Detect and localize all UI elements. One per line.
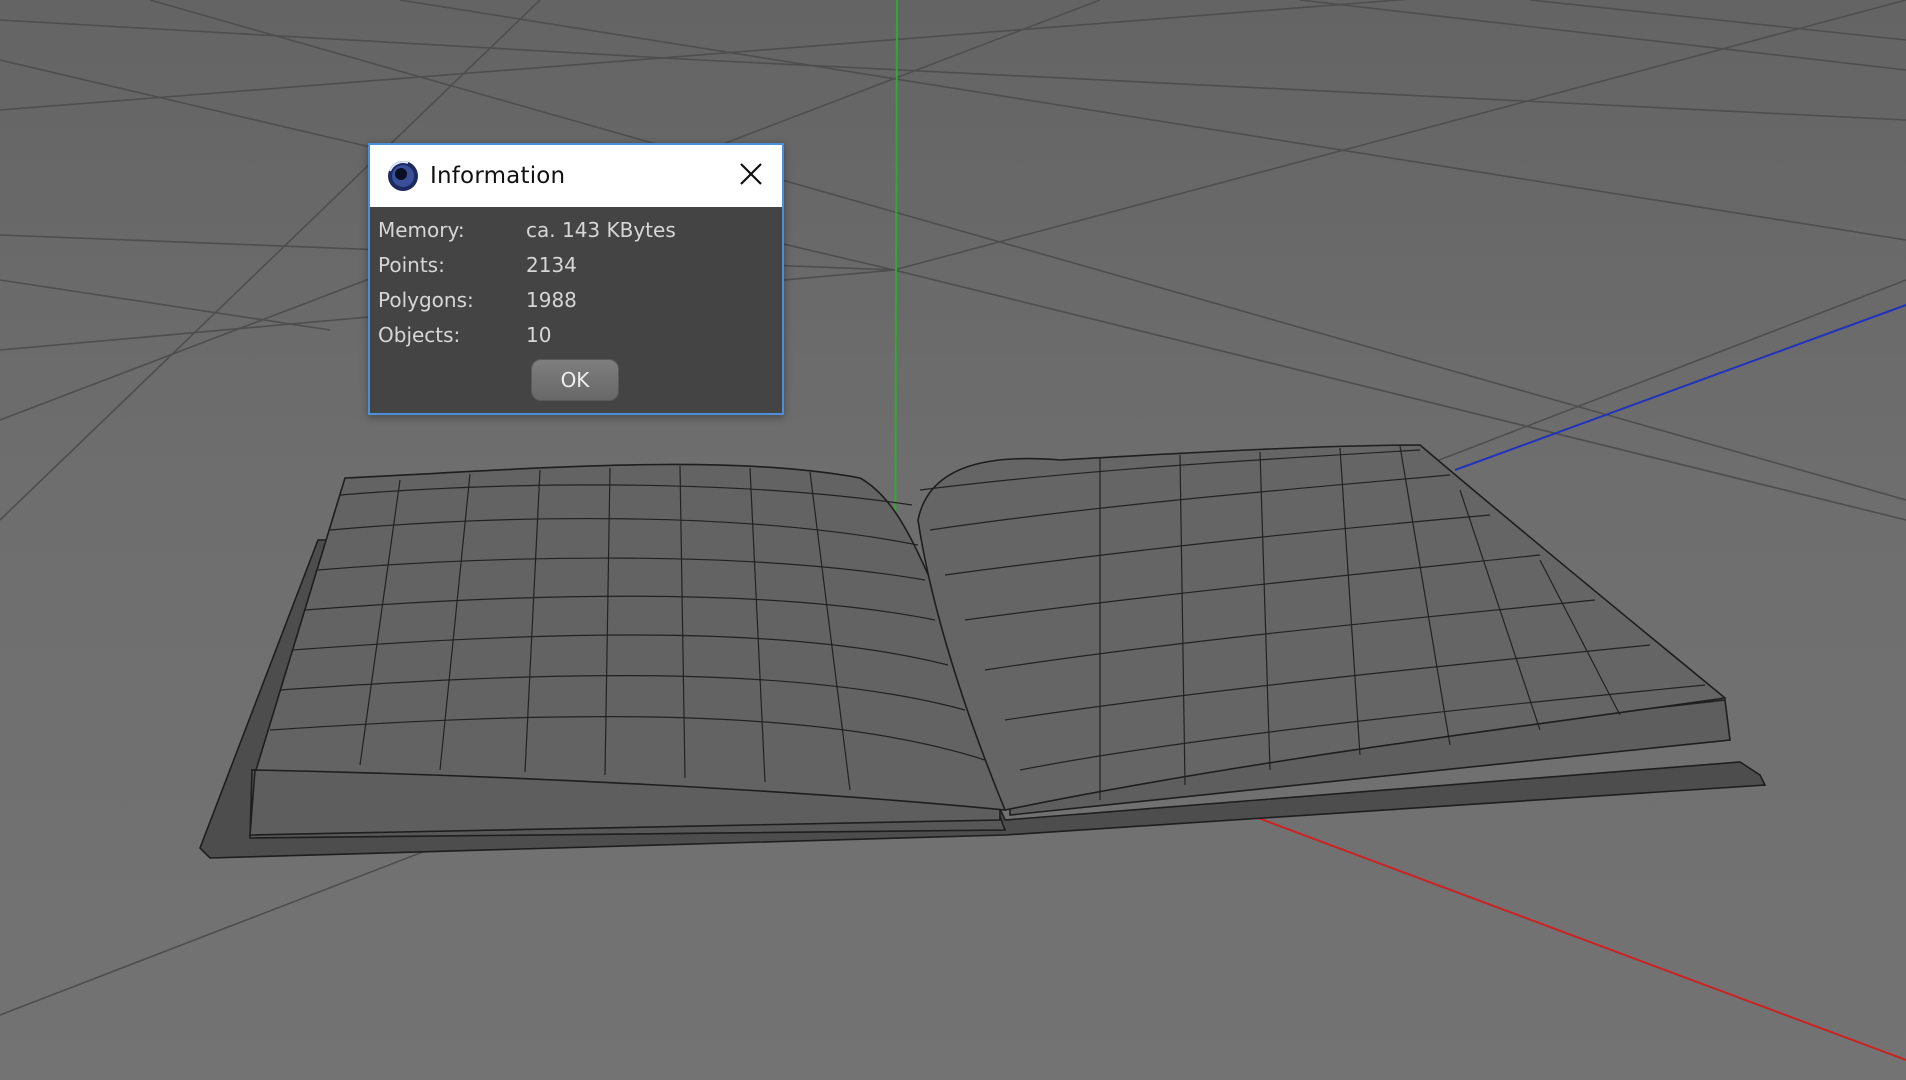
- polygons-value: 1988: [526, 288, 577, 312]
- ok-button[interactable]: OK: [531, 359, 619, 401]
- objects-value: 10: [526, 323, 552, 347]
- close-button[interactable]: [734, 159, 768, 193]
- viewport-canvas[interactable]: [0, 0, 1906, 1080]
- info-row-memory: Memory: ca. 143 KBytes: [378, 215, 768, 245]
- info-row-points: Points: 2134: [378, 250, 768, 280]
- info-row-objects: Objects: 10: [378, 320, 768, 350]
- information-dialog: Information Memory: ca. 143 KBytes Point…: [368, 143, 784, 415]
- points-value: 2134: [526, 253, 577, 277]
- info-row-polygons: Polygons: 1988: [378, 285, 768, 315]
- y-axis-line: [894, 0, 898, 601]
- memory-value: ca. 143 KBytes: [526, 218, 676, 242]
- objects-label: Objects:: [378, 323, 461, 347]
- cinema4d-icon: [386, 159, 420, 193]
- memory-label: Memory:: [378, 218, 465, 242]
- z-axis-line: [1454, 304, 1906, 471]
- close-icon: [738, 161, 764, 191]
- book-model: [199, 444, 1767, 859]
- dialog-title: Information: [430, 163, 566, 189]
- 3d-viewport[interactable]: [0, 0, 1906, 1080]
- x-axis-line: [1249, 814, 1906, 1061]
- dialog-titlebar[interactable]: Information: [370, 145, 782, 207]
- points-label: Points:: [378, 253, 445, 277]
- polygons-label: Polygons:: [378, 288, 474, 312]
